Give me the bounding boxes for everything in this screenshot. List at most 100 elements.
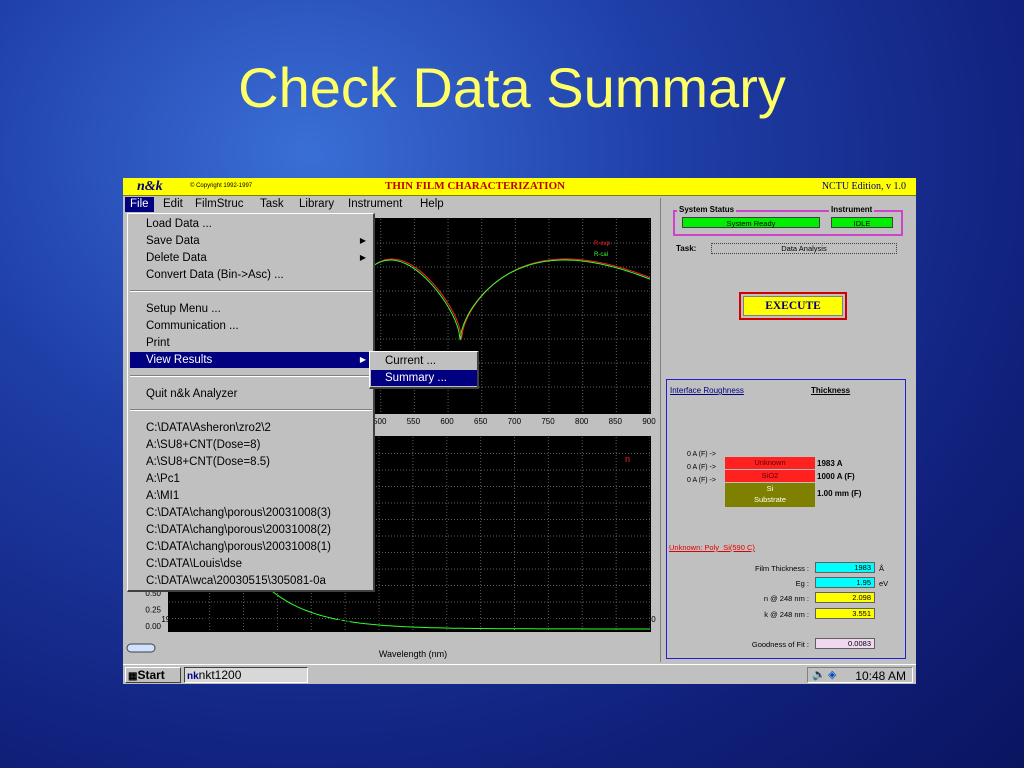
recent-file-label: A:\SU8+CNT(Dose=8) (146, 439, 261, 451)
x-tick-label: 700 (507, 615, 521, 624)
recent-file[interactable]: C:\DATA\chang\porous\20031008(1) (130, 539, 372, 555)
x-tick-label: 750 (541, 615, 555, 624)
x-tick-label: 800 (575, 417, 589, 426)
speaker-icon[interactable]: 🔈 (812, 668, 826, 681)
recent-file-label: C:\DATA\wca\20030515\305081-0a (146, 575, 326, 587)
chevron-right-icon: ▶ (359, 236, 366, 245)
eg-field[interactable]: 1.95 (815, 577, 875, 588)
recent-file[interactable]: C:\DATA\Louis\dse (130, 556, 372, 572)
menu-task[interactable]: Task (255, 197, 289, 212)
material-model-link[interactable]: Unknown: Poly_Si(590 C) (669, 543, 755, 552)
recent-file-label: A:\Pc1 (146, 473, 180, 485)
menu-convert-data[interactable]: Convert Data (Bin->Asc) ... (130, 267, 372, 283)
menu-separator (130, 409, 372, 411)
goodness-of-fit-field: 0.0083 (815, 638, 875, 649)
recent-file[interactable]: C:\DATA\chang\porous\20031008(3) (130, 505, 372, 521)
x-tick-label: 850 (608, 615, 622, 624)
control-panel: System Status Instrument System Ready ID… (660, 198, 916, 662)
film-thickness-unit: Å (879, 564, 885, 573)
clock: 10:48 AM (855, 669, 906, 683)
copyright-text: © Copyright 1992-1997 (190, 183, 253, 189)
taskbar-app-button[interactable]: nknkt1200 (184, 667, 308, 683)
recent-file[interactable]: C:\DATA\wca\20030515\305081-0a (130, 573, 372, 589)
recent-file[interactable]: C:\DATA\chang\porous\20031008(2) (130, 522, 372, 538)
task-field[interactable]: Data Analysis (711, 243, 897, 254)
network-icon[interactable]: ◈ (828, 668, 836, 681)
layer-substrate[interactable]: Si Substrate (725, 483, 815, 507)
recent-file-label: C:\DATA\Asheron\zro2\2 (146, 422, 271, 434)
menu-view-results[interactable]: View Results ▶ (130, 352, 372, 368)
film-thickness-field[interactable]: 1983 (815, 562, 875, 573)
x-tick-label: 400 (304, 615, 318, 624)
x-tick-label: 250 (202, 615, 216, 624)
layer-sio2-thickness: 1000 A (F) (817, 472, 855, 481)
menu-communication[interactable]: Communication ... (130, 318, 372, 334)
execute-button[interactable]: EXECUTE (739, 292, 847, 320)
n-248-field[interactable]: 2.098 (815, 592, 875, 603)
x-tick-label: 500 (371, 615, 385, 624)
app-logo: n&k (137, 179, 163, 194)
recent-file-label: C:\DATA\chang\porous\20031008(2) (146, 524, 331, 536)
plot2-axes: 0.500.250.00 190 250 300 350 400 450 500 550 600… (126, 590, 656, 659)
menu-quit-label: Quit n&k Analyzer (146, 388, 238, 400)
recent-file[interactable]: C:\DATA\Asheron\zro2\2 (130, 420, 372, 436)
tab-thickness[interactable]: Thickness (811, 386, 850, 395)
submenu-current[interactable]: Current ... (371, 353, 477, 369)
view-results-submenu: Current ... Summary ... (369, 351, 479, 389)
scroll-pill[interactable] (126, 643, 156, 653)
layer-sio2[interactable]: SiO2 (725, 470, 815, 482)
r-cal-series (373, 259, 651, 341)
menu-quit[interactable]: Quit n&k Analyzer (130, 386, 372, 402)
menu-save-data[interactable]: Save Data ▶ (130, 233, 372, 249)
roughness-label: 0 A (F) -> (687, 451, 716, 458)
menu-delete-data-label: Delete Data (146, 252, 207, 264)
menu-file[interactable]: File (125, 197, 154, 212)
x-tick-label: 800 (575, 615, 589, 624)
k-248-field[interactable]: 3.551 (815, 608, 875, 619)
submenu-summary[interactable]: Summary ... (371, 370, 477, 386)
menu-print[interactable]: Print (130, 335, 372, 351)
plot1-x-axis: 500 550 600 650 700 750 800 850 900 (373, 417, 656, 426)
status-group: System Status Instrument System Ready ID… (673, 205, 903, 236)
task-label: Task: (676, 244, 697, 253)
menu-filmstruc[interactable]: FilmStruc (190, 197, 249, 212)
x-tick-label: 900 (642, 417, 656, 426)
layer-unknown[interactable]: Unknown (725, 457, 815, 469)
title-bar: n&k © Copyright 1992-1997 THIN FILM CHAR… (123, 178, 916, 196)
slide-title: Check Data Summary (238, 56, 786, 119)
x-tick-label: 550 (407, 417, 421, 426)
x-tick-label: 650 (473, 615, 487, 624)
tab-interface-roughness[interactable]: Interface Roughness (670, 386, 744, 395)
x-tick-label: 550 (405, 615, 419, 624)
recent-file[interactable]: A:\Pc1 (130, 471, 372, 487)
x-tick-label: 300 (236, 615, 250, 624)
legend-n: n (625, 454, 630, 464)
recent-file-label: C:\DATA\chang\porous\20031008(3) (146, 507, 331, 519)
x-tick-label: 500 (373, 417, 387, 426)
menu-load-data[interactable]: Load Data ... (130, 216, 372, 232)
x-tick-label: 190 (161, 615, 175, 624)
menu-setup[interactable]: Setup Menu ... (130, 301, 372, 317)
menu-setup-label: Setup Menu ... (146, 303, 221, 315)
legend-r-cal: R-cal (594, 252, 608, 258)
menu-separator (130, 290, 372, 292)
menu-help[interactable]: Help (415, 197, 449, 212)
recent-file[interactable]: A:\SU8+CNT(Dose=8) (130, 437, 372, 453)
r-exp-series (373, 258, 651, 340)
film-thickness-label: Film Thickness : (754, 564, 809, 573)
menu-delete-data[interactable]: Delete Data ▶ (130, 250, 372, 266)
recent-file[interactable]: A:\SU8+CNT(Dose=8.5) (130, 454, 372, 470)
start-button[interactable]: ▦Start (125, 667, 181, 683)
x-tick-label: 850 (609, 417, 623, 426)
x-tick-label: 650 (474, 417, 488, 426)
k-248-label: k @ 248 nm : (764, 610, 809, 619)
taskbar-app-label: nkt1200 (198, 668, 242, 682)
menu-convert-data-label: Convert Data (Bin->Asc) ... (146, 269, 284, 281)
menu-library[interactable]: Library (294, 197, 339, 212)
x-tick-label: 600 (439, 615, 453, 624)
menu-edit[interactable]: Edit (158, 197, 188, 212)
menu-instrument[interactable]: Instrument (343, 197, 407, 212)
instrument-label: Instrument (829, 205, 875, 214)
recent-file[interactable]: A:\MI1 (130, 488, 372, 504)
menu-separator (130, 375, 372, 377)
